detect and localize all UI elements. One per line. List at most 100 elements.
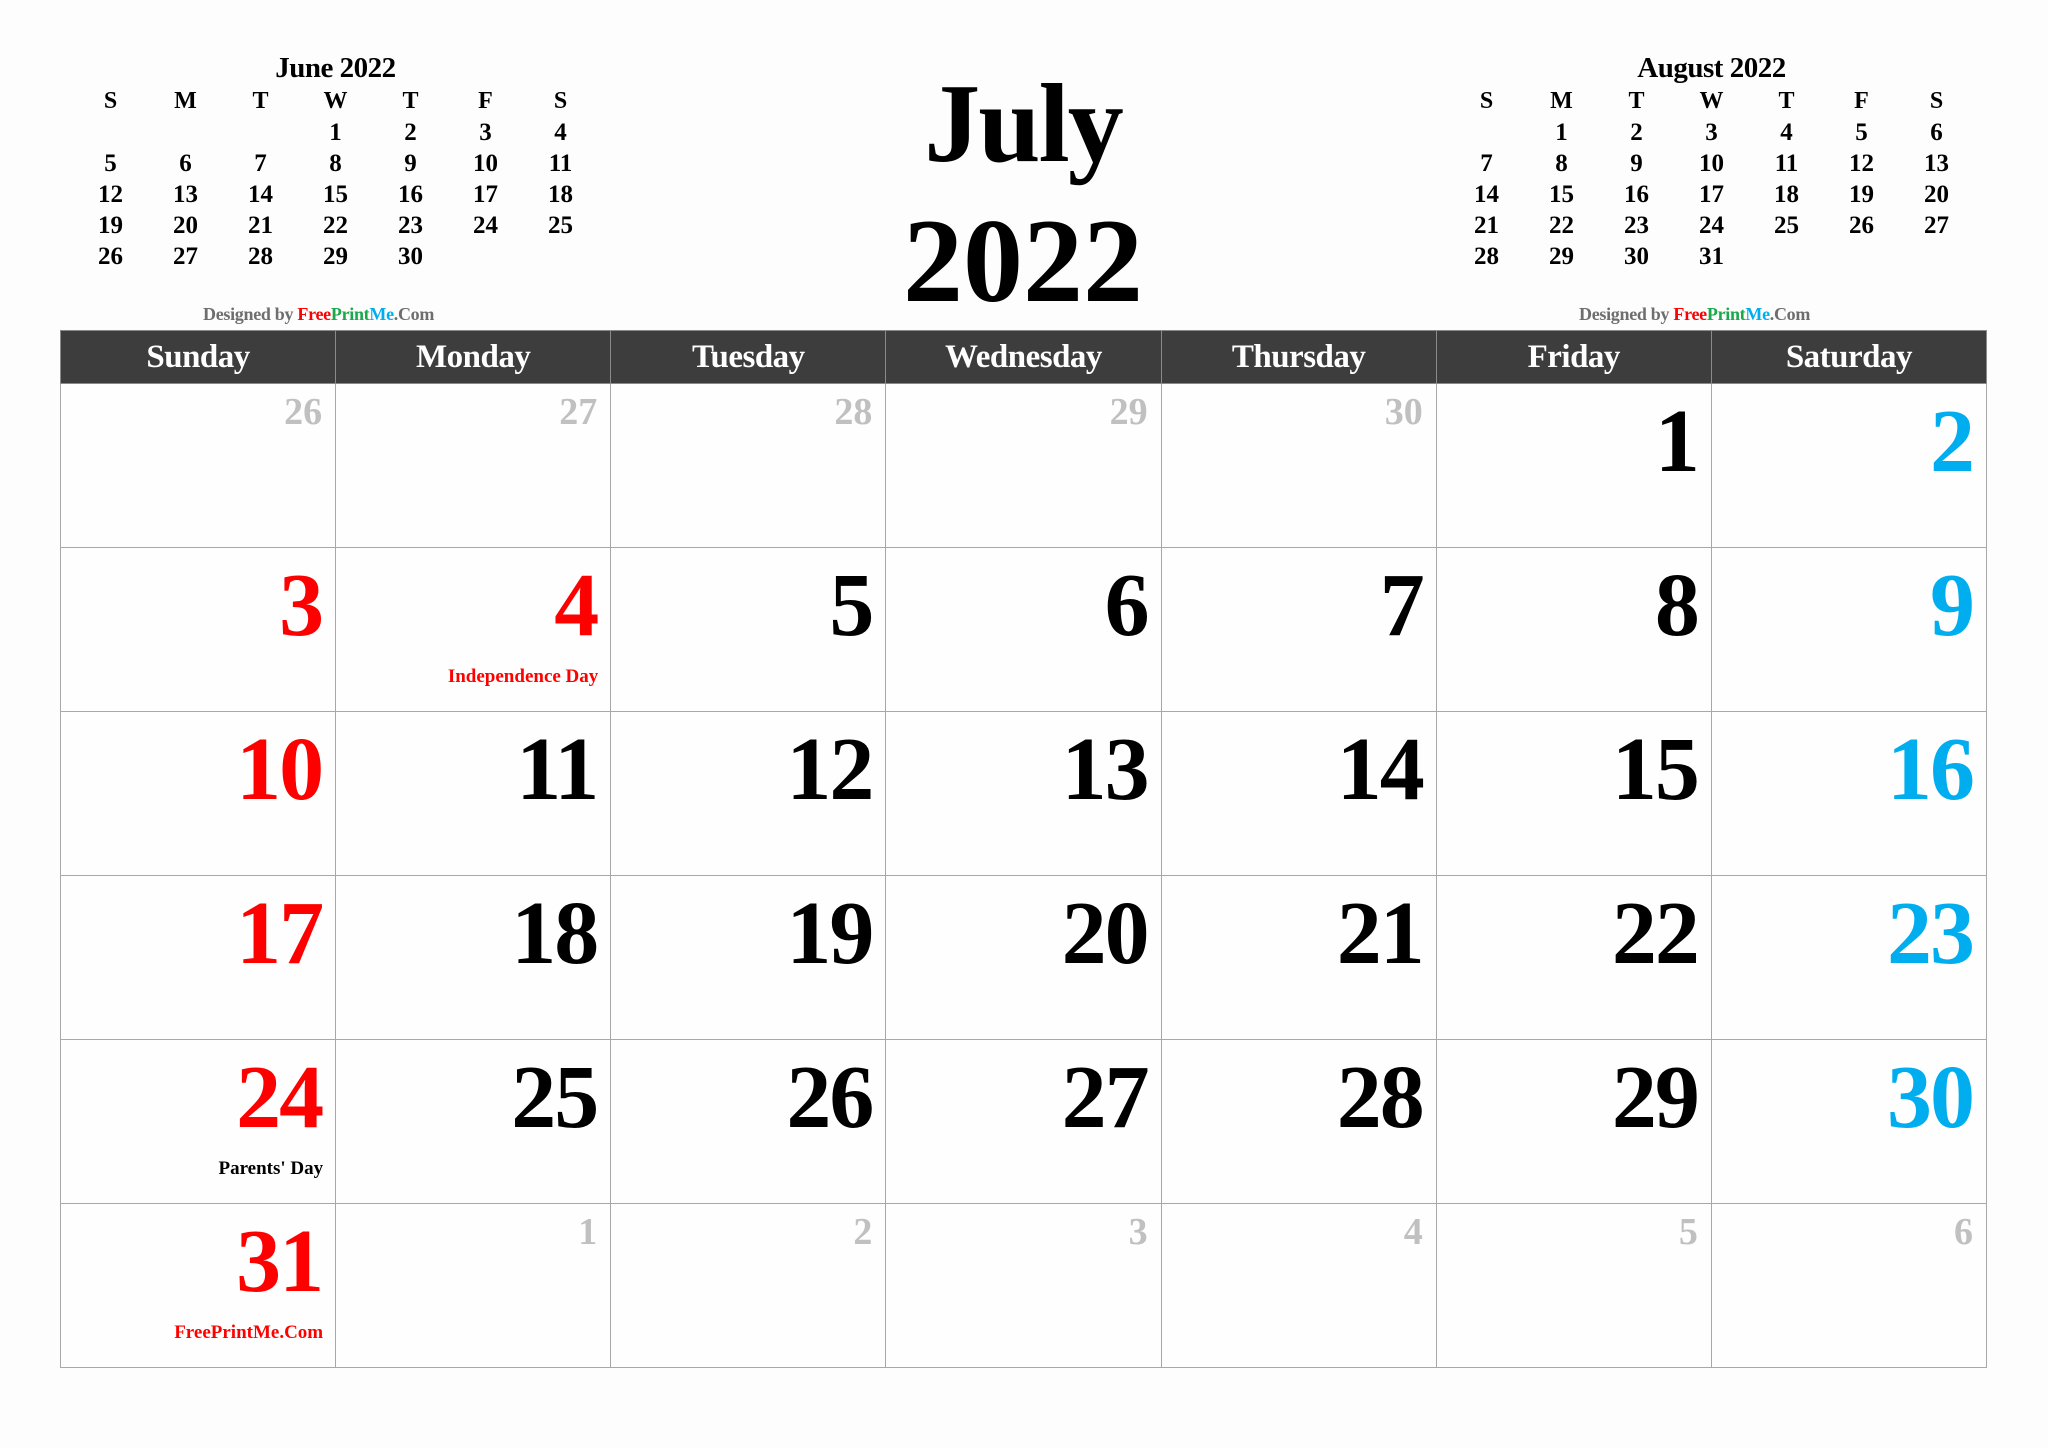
calendar-day-cell-adjacent-month[interactable]: 3 <box>885 1203 1162 1368</box>
calendar-day-cell-adjacent-month[interactable]: 28 <box>610 383 887 548</box>
calendar-day-cell-adjacent-month[interactable]: 29 <box>885 383 1162 548</box>
mini-day: 10 <box>1699 150 1724 177</box>
mini-day <box>223 117 298 148</box>
calendar-day-cell[interactable]: 24 Parents' Day <box>59 1039 337 1204</box>
calendar-day-cell[interactable]: 19 <box>610 875 887 1040</box>
calendar-day-cell[interactable]: 3 <box>59 547 337 712</box>
calendar-day-cell-adjacent-month[interactable]: 4 <box>1160 1203 1437 1368</box>
mini-day: 1 <box>329 119 342 146</box>
calendar-day-cell[interactable]: 12 <box>610 711 887 876</box>
calendar-day-cell[interactable]: 15 <box>1435 711 1712 876</box>
day-number: 31 <box>236 1212 324 1311</box>
calendar-week-row: 26 27 28 29 30 1 2 <box>59 383 1988 548</box>
mini-day <box>73 117 148 148</box>
mini-weekday-label: S <box>553 88 568 114</box>
designer-credit: Designed by FreePrintMe.Com <box>203 303 434 325</box>
calendar-day-cell[interactable]: 11 <box>335 711 612 876</box>
day-number: 24 <box>236 1048 324 1147</box>
day-number: 26 <box>284 391 323 433</box>
mini-day: 29 <box>1549 243 1574 270</box>
calendar-day-cell[interactable]: 22 <box>1435 875 1712 1040</box>
calendar-day-cell[interactable]: 20 <box>885 875 1162 1040</box>
credit-print: Print <box>330 304 370 324</box>
calendar-day-cell[interactable]: 26 <box>610 1039 887 1204</box>
calendar-day-cell[interactable]: 30 <box>1710 1039 1988 1204</box>
day-number: 2 <box>1930 392 1975 491</box>
mini-day: 6 <box>1930 119 1943 146</box>
calendar-day-cell[interactable]: 10 <box>59 711 337 876</box>
calendar-day-cell[interactable]: 14 <box>1160 711 1437 876</box>
mini-day: 30 <box>398 243 423 270</box>
calendar-day-cell[interactable]: 31 FreePrintMe.Com <box>59 1203 337 1368</box>
calendar-day-cell-adjacent-month[interactable]: 27 <box>335 383 612 548</box>
calendar-day-cell[interactable]: 13 <box>885 711 1162 876</box>
mini-day: 7 <box>254 150 267 177</box>
mini-day: 11 <box>548 150 573 177</box>
calendar-day-cell[interactable]: 5 <box>610 547 887 712</box>
calendar-year-title: 2022 <box>903 194 1143 327</box>
calendar-day-cell[interactable]: 21 <box>1160 875 1437 1040</box>
calendar-day-cell[interactable]: 27 <box>885 1039 1162 1204</box>
day-event-label: FreePrintMe.Com <box>174 1322 324 1343</box>
day-number: 29 <box>1611 1048 1700 1147</box>
mini-day <box>148 117 223 148</box>
mini-day: 17 <box>1699 181 1724 208</box>
weekday-header-row: Sunday Monday Tuesday Wednesday Thursday… <box>59 330 1988 384</box>
mini-weekday-label: S <box>103 88 118 114</box>
calendar-week-row: 10 11 12 13 14 15 16 <box>59 711 1988 876</box>
calendar-day-cell[interactable]: 17 <box>59 875 337 1040</box>
calendar-day-cell-adjacent-month[interactable]: 5 <box>1435 1203 1712 1368</box>
mini-day: 6 <box>179 150 192 177</box>
calendar-day-cell[interactable]: 29 <box>1435 1039 1712 1204</box>
credit-me: Me <box>1745 304 1770 324</box>
mini-day: 3 <box>1705 119 1718 146</box>
calendar-day-cell-adjacent-month[interactable]: 6 <box>1710 1203 1988 1368</box>
mini-day: 28 <box>248 243 273 270</box>
calendar-day-cell[interactable]: 4 Independence Day <box>335 547 612 712</box>
calendar-day-cell[interactable]: 1 <box>1435 383 1712 548</box>
day-number: 16 <box>1887 720 1975 819</box>
day-number: 8 <box>1654 556 1700 655</box>
mini-day <box>1824 241 1899 272</box>
mini-day: 22 <box>323 212 348 239</box>
calendar-day-cell[interactable]: 6 <box>885 547 1162 712</box>
calendar-weeks: 26 27 28 29 30 1 2 3 4 Independence Day 5 6 7 8 9 10 11 1… <box>59 383 1988 1368</box>
day-number: 27 <box>1061 1048 1150 1147</box>
day-number: 1 <box>1654 392 1700 491</box>
calendar-day-cell-adjacent-month[interactable]: 2 <box>610 1203 887 1368</box>
calendar-day-cell[interactable]: 18 <box>335 875 612 1040</box>
mini-day: 14 <box>248 181 273 208</box>
mini-weekday-label: T <box>1628 88 1645 114</box>
calendar-day-cell[interactable]: 2 <box>1710 383 1988 548</box>
mini-day <box>73 272 148 303</box>
mini-weekday-label: S <box>1929 88 1944 114</box>
credit-free: Free <box>1673 304 1707 324</box>
weekday-header-friday: Friday <box>1435 330 1712 384</box>
mini-day: 4 <box>554 119 567 146</box>
calendar-week-row: 31 FreePrintMe.Com 1 2 3 4 5 6 <box>59 1203 1988 1368</box>
calendar-day-cell[interactable]: 23 <box>1710 875 1988 1040</box>
calendar-day-cell-adjacent-month[interactable]: 26 <box>59 383 337 548</box>
calendar-day-cell[interactable]: 8 <box>1435 547 1712 712</box>
calendar-day-cell[interactable]: 7 <box>1160 547 1437 712</box>
mini-day <box>1899 241 1974 272</box>
calendar-day-cell[interactable]: 25 <box>335 1039 612 1204</box>
day-number: 26 <box>786 1048 874 1147</box>
calendar-day-cell[interactable]: 16 <box>1710 711 1988 876</box>
mini-day: 20 <box>173 212 198 239</box>
mini-weekday-label: T <box>1778 88 1795 114</box>
calendar-day-cell[interactable]: 28 <box>1160 1039 1437 1204</box>
calendar-day-cell-adjacent-month[interactable]: 1 <box>335 1203 612 1368</box>
day-number: 30 <box>1384 391 1423 433</box>
mini-weekday-label: S <box>1479 88 1494 114</box>
mini-day: 5 <box>1855 119 1868 146</box>
calendar-day-cell[interactable]: 9 <box>1710 547 1988 712</box>
calendar-day-cell-adjacent-month[interactable]: 30 <box>1160 383 1437 548</box>
mini-day: 16 <box>1624 181 1649 208</box>
mini-day: 12 <box>98 181 123 208</box>
calendar-week-row: 24 Parents' Day 25 26 27 28 29 30 <box>59 1039 1988 1204</box>
day-number: 10 <box>236 720 324 819</box>
day-number: 18 <box>511 884 599 983</box>
mini-day: 28 <box>1474 243 1499 270</box>
mini-day: 31 <box>1699 243 1724 270</box>
